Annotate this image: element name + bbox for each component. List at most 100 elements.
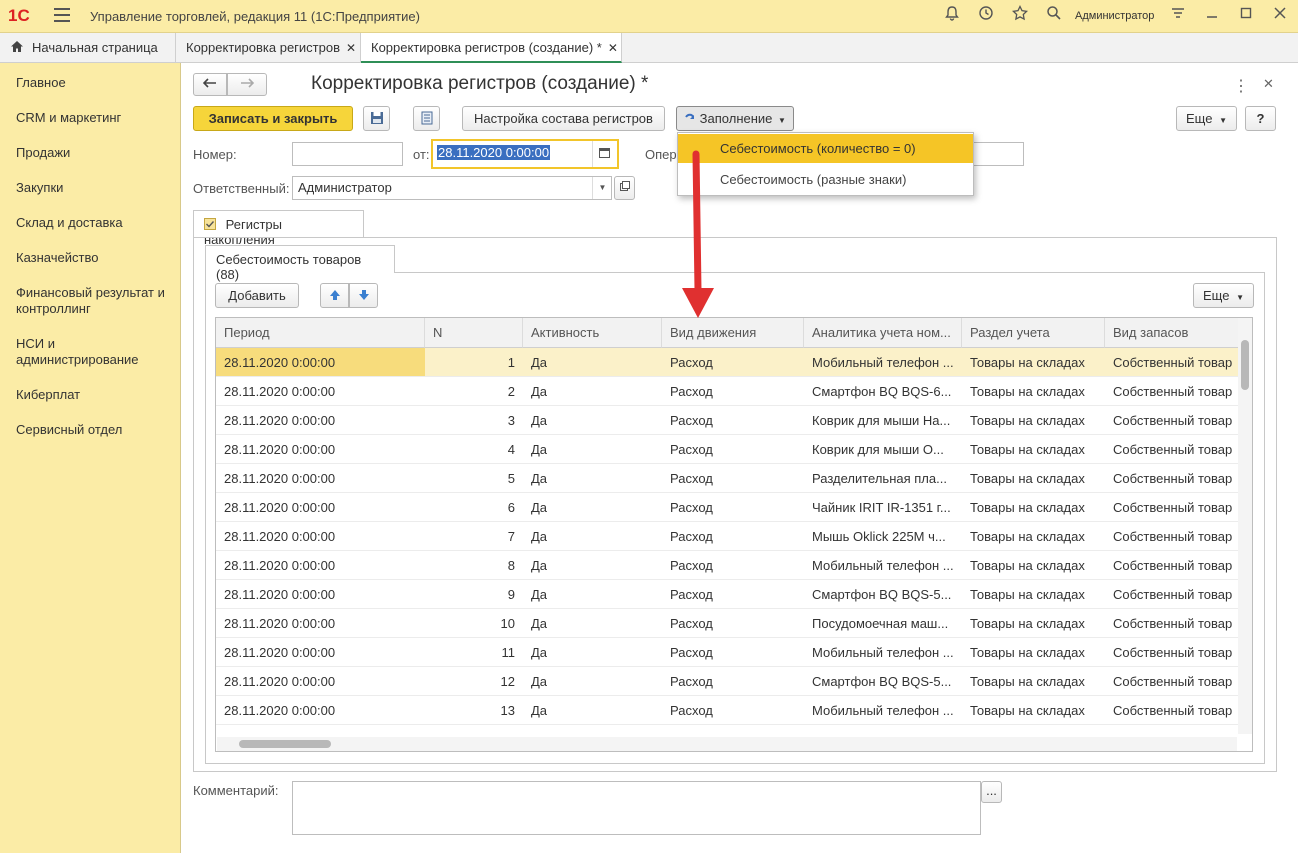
tab-accumulation-registers[interactable]: Регистры накопления [193, 210, 364, 247]
table-cell[interactable]: Собственный товар [1105, 493, 1240, 522]
close-icon[interactable] [1269, 5, 1291, 27]
table-cell[interactable]: Собственный товар [1105, 667, 1240, 696]
column-header[interactable]: Активность [523, 318, 662, 348]
table-cell[interactable]: Товары на складах [962, 406, 1105, 435]
close-tab-icon[interactable]: ✕ [346, 41, 356, 55]
sidebar-item-service[interactable]: Сервисный отдел [16, 422, 176, 438]
table-cell[interactable]: Да [523, 493, 662, 522]
table-cell[interactable]: Мобильный телефон ... [804, 348, 962, 377]
move-up-button[interactable] [320, 283, 349, 308]
table-cell[interactable]: Расход [662, 377, 804, 406]
number-field[interactable] [292, 142, 403, 166]
star-icon[interactable] [1009, 4, 1031, 27]
sidebar-item-kiberplat[interactable]: Киберплат [16, 387, 176, 403]
sidebar-item-warehouse[interactable]: Склад и доставка [16, 215, 176, 231]
column-header[interactable]: Период [216, 318, 425, 348]
more-button[interactable]: Еще ▼ [1176, 106, 1237, 131]
table-cell[interactable]: 10 [425, 609, 523, 638]
table-cell[interactable]: 4 [425, 435, 523, 464]
column-header[interactable]: Раздел учета [962, 318, 1105, 348]
table-cell[interactable]: Товары на складах [962, 377, 1105, 406]
calendar-icon[interactable] [592, 141, 616, 167]
table-cell[interactable]: Расход [662, 696, 804, 725]
menu-icon[interactable] [54, 8, 70, 22]
table-cell[interactable]: 28.11.2020 0:00:00 [216, 551, 425, 580]
table-cell[interactable]: Товары на складах [962, 348, 1105, 377]
sidebar-item-treasury[interactable]: Казначейство [16, 250, 176, 266]
table-cell[interactable]: Да [523, 667, 662, 696]
add-button[interactable]: Добавить [215, 283, 299, 308]
table-cell[interactable]: Да [523, 551, 662, 580]
table-cell[interactable]: 3 [425, 406, 523, 435]
open-button[interactable] [614, 176, 635, 200]
menu-item-cost-diff-signs[interactable]: Себестоимость (разные знаки) [678, 165, 973, 194]
table-cell[interactable]: Расход [662, 609, 804, 638]
table-cell[interactable]: 9 [425, 580, 523, 609]
column-header[interactable]: Вид запасов [1105, 318, 1240, 348]
table-cell[interactable]: 28.11.2020 0:00:00 [216, 522, 425, 551]
sidebar-item-sales[interactable]: Продажи [16, 145, 176, 161]
table-cell[interactable]: Собственный товар [1105, 348, 1240, 377]
table-cell[interactable]: 28.11.2020 0:00:00 [216, 435, 425, 464]
table-cell[interactable]: Да [523, 638, 662, 667]
table-cell[interactable]: Коврик для мыши О... [804, 435, 962, 464]
fill-button[interactable]: Заполнение ▼ [676, 106, 794, 131]
table-cell[interactable]: 28.11.2020 0:00:00 [216, 609, 425, 638]
register-settings-button[interactable]: Настройка состава регистров [462, 106, 665, 131]
save-button[interactable] [363, 106, 390, 131]
table-cell[interactable]: Мобильный телефон ... [804, 696, 962, 725]
close-tab-icon[interactable]: ✕ [608, 41, 618, 55]
table-cell[interactable]: Посудомоечная маш... [804, 609, 962, 638]
table-cell[interactable]: Собственный товар [1105, 551, 1240, 580]
more-vertical-icon[interactable]: ⋮ [1233, 76, 1249, 96]
table-cell[interactable]: 28.11.2020 0:00:00 [216, 464, 425, 493]
table-cell[interactable]: Собственный товар [1105, 522, 1240, 551]
table-cell[interactable]: 28.11.2020 0:00:00 [216, 580, 425, 609]
comment-edit-button[interactable]: ... [981, 781, 1002, 803]
operation-field[interactable] [972, 142, 1024, 166]
forward-button[interactable] [227, 73, 267, 96]
table-cell[interactable]: Товары на складах [962, 696, 1105, 725]
help-button[interactable]: ? [1245, 106, 1276, 131]
table-cell[interactable]: Расход [662, 551, 804, 580]
table-cell[interactable]: Расход [662, 348, 804, 377]
table-cell[interactable]: Собственный товар [1105, 406, 1240, 435]
table-cell[interactable]: 28.11.2020 0:00:00 [216, 348, 425, 377]
table-cell[interactable]: Собственный товар [1105, 696, 1240, 725]
column-header[interactable]: N [425, 318, 523, 348]
sidebar-item-crm[interactable]: CRM и маркетинг [16, 110, 176, 126]
vertical-scrollbar[interactable] [1238, 318, 1252, 734]
menu-item-cost-qty-zero[interactable]: Себестоимость (количество = 0) [678, 134, 973, 163]
table-cell[interactable]: Собственный товар [1105, 638, 1240, 667]
table-cell[interactable]: Расход [662, 406, 804, 435]
table-cell[interactable]: Да [523, 696, 662, 725]
table-cell[interactable]: Товары на складах [962, 435, 1105, 464]
table-cell[interactable]: Мобильный телефон ... [804, 638, 962, 667]
table-cell[interactable]: 7 [425, 522, 523, 551]
table-cell[interactable]: Собственный товар [1105, 464, 1240, 493]
table-cell[interactable]: 2 [425, 377, 523, 406]
table-cell[interactable]: Разделительная пла... [804, 464, 962, 493]
table-cell[interactable]: Собственный товар [1105, 435, 1240, 464]
table-cell[interactable]: Расход [662, 464, 804, 493]
table-cell[interactable]: Товары на складах [962, 667, 1105, 696]
table-cell[interactable]: 28.11.2020 0:00:00 [216, 696, 425, 725]
tab-corrections-create[interactable]: Корректировка регистров (создание) * ✕ [361, 33, 622, 63]
sidebar-item-main[interactable]: Главное [16, 75, 176, 91]
table-cell[interactable]: Собственный товар [1105, 377, 1240, 406]
table-cell[interactable]: Мобильный телефон ... [804, 551, 962, 580]
table-cell[interactable]: Да [523, 435, 662, 464]
minimize-icon[interactable] [1201, 5, 1223, 27]
table-cell[interactable]: 11 [425, 638, 523, 667]
table-cell[interactable]: 13 [425, 696, 523, 725]
history-icon[interactable] [975, 5, 997, 27]
table-cell[interactable]: Товары на складах [962, 493, 1105, 522]
sidebar-item-nsi[interactable]: НСИ и администрирование [16, 336, 176, 368]
table-cell[interactable]: Смартфон BQ BQS-5... [804, 667, 962, 696]
table-cell[interactable]: 28.11.2020 0:00:00 [216, 493, 425, 522]
move-down-button[interactable] [349, 283, 378, 308]
table-cell[interactable]: Да [523, 348, 662, 377]
table-cell[interactable]: Чайник IRIT IR-1351 г... [804, 493, 962, 522]
table-cell[interactable]: 6 [425, 493, 523, 522]
column-header[interactable]: Аналитика учета ном... [804, 318, 962, 348]
